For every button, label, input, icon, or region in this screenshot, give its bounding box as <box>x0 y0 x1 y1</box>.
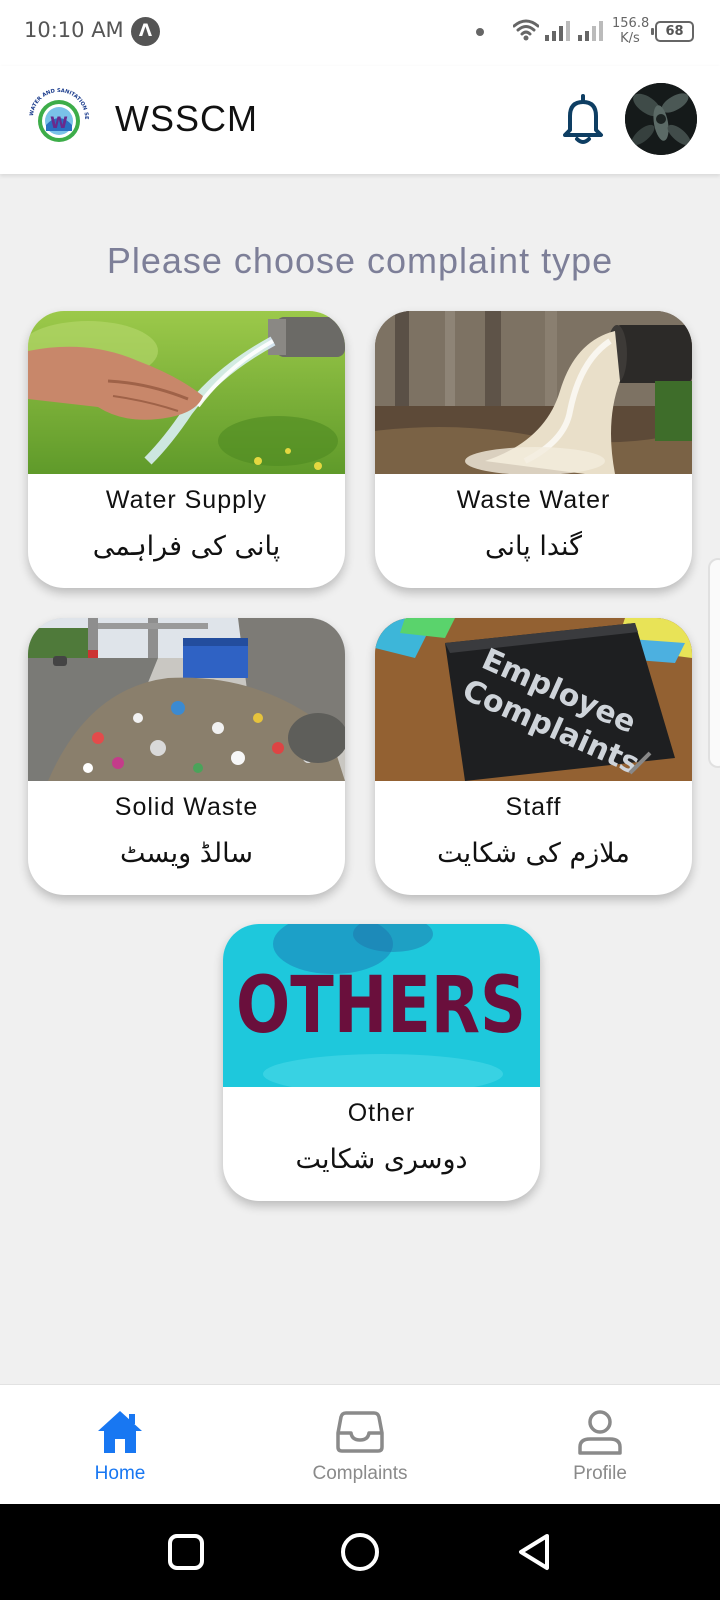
card-title-en: Other <box>347 1099 416 1127</box>
card-title-en: Waste Water <box>456 486 611 514</box>
complaint-card-waste-water[interactable]: Waste Water گندا پانی <box>375 311 692 588</box>
card-title-ur: گندا پانی <box>484 531 583 562</box>
complaint-card-other[interactable]: OTHERS Other دوسری شکایت <box>223 924 540 1201</box>
card-title-ur: ملازم کی شکایت <box>437 838 630 869</box>
card-title-ur: سالڈ ویسٹ <box>120 838 253 869</box>
signal-strength-icon <box>545 21 570 41</box>
bottom-navigation: Home Complaints Profile <box>0 1384 720 1504</box>
network-speed-unit: K/s <box>620 31 640 46</box>
page-heading: Please choose complaint type <box>106 240 614 281</box>
staff-image: Employee Complaints <box>375 618 692 781</box>
home-icon <box>98 1411 142 1453</box>
nav-complaints-label: Complaints <box>312 1463 408 1484</box>
side-panel-handle[interactable] <box>708 558 720 768</box>
other-image-text: OTHERS <box>236 961 526 1051</box>
avatar-image <box>625 83 697 155</box>
nav-profile[interactable]: Profile <box>480 1385 720 1505</box>
water-supply-image <box>28 311 345 474</box>
user-icon <box>578 1410 622 1455</box>
logo-letter: W <box>50 113 68 132</box>
signal-strength-icon <box>578 21 603 41</box>
app-header: WATER AND SANITATION SERVICES COMPANY MA… <box>0 66 720 174</box>
solid-waste-image <box>28 618 345 781</box>
recents-icon[interactable] <box>164 1530 208 1574</box>
complaint-card-solid-waste[interactable]: Solid Waste سالڈ ویسٹ <box>28 618 345 895</box>
bell-icon[interactable] <box>558 92 608 146</box>
status-time: 10:10 AM <box>24 18 124 42</box>
nav-home[interactable]: Home <box>0 1385 240 1505</box>
nav-home-label: Home <box>94 1463 146 1484</box>
complaint-card-water-supply[interactable]: Water Supply پانی کی فراہمی <box>28 311 345 588</box>
other-image: OTHERS <box>223 924 540 1087</box>
card-title-en: Solid Waste <box>114 793 259 821</box>
notification-dot-icon <box>476 28 484 36</box>
nav-complaints[interactable]: Complaints <box>240 1385 480 1505</box>
system-navigation-bar <box>0 1504 720 1600</box>
app-screen: 10:10 AM Λ 156.8 K/s 68 WATER AND SANITA… <box>0 0 720 1600</box>
network-speed-value: 156.8 <box>612 16 650 31</box>
inbox-icon <box>336 1411 384 1453</box>
complaint-card-staff[interactable]: Employee Complaints Staff ملازم کی شکایت <box>375 618 692 895</box>
card-title-ur: دوسری شکایت <box>295 1144 468 1175</box>
waste-water-image <box>375 311 692 474</box>
wifi-icon <box>513 19 539 41</box>
network-speed: 156.8 K/s <box>612 16 650 46</box>
card-title-en: Water Supply <box>105 486 268 514</box>
system-home-icon[interactable] <box>338 1530 382 1574</box>
battery-icon: 68 <box>651 21 694 42</box>
card-title-ur: پانی کی فراہمی <box>92 531 281 562</box>
app-notification-icon: Λ <box>131 17 160 46</box>
back-icon[interactable] <box>513 1530 557 1574</box>
status-bar: 10:10 AM Λ 156.8 K/s 68 <box>0 0 720 66</box>
avatar[interactable] <box>625 83 697 155</box>
card-title-en: Staff <box>505 793 562 821</box>
app-title: WSSCM <box>115 98 258 139</box>
nav-profile-label: Profile <box>573 1463 627 1484</box>
app-logo: WATER AND SANITATION SERVICES COMPANY MA… <box>24 83 93 152</box>
